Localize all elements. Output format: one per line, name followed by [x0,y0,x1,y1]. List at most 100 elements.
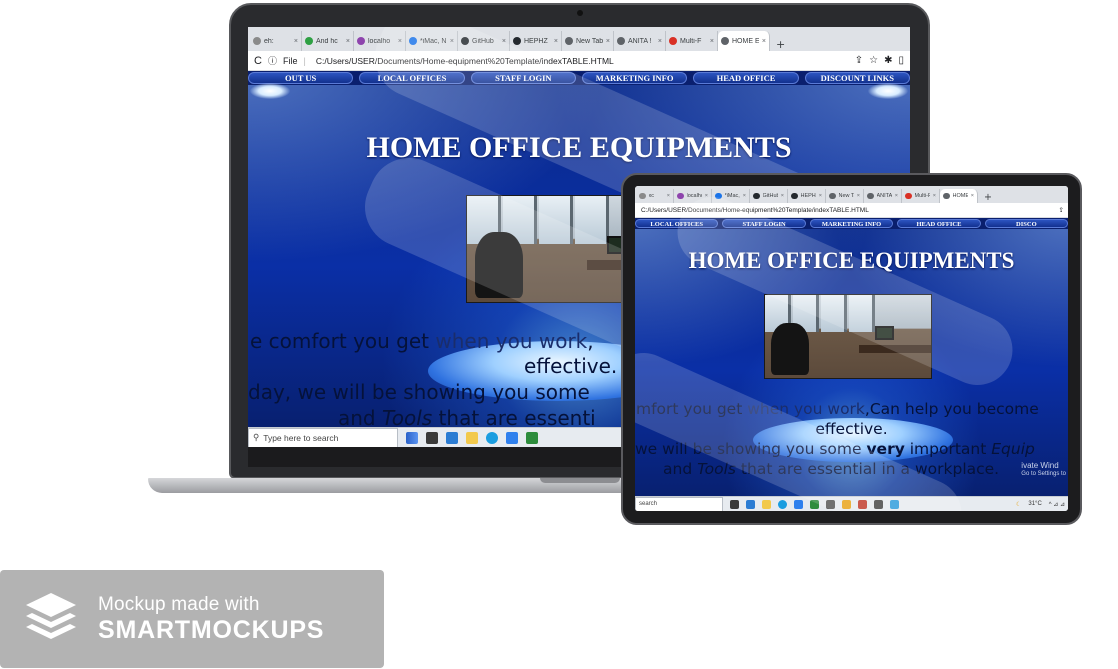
close-tab-icon[interactable]: × [667,193,670,199]
tab-favicon-icon [513,37,521,45]
close-tab-icon[interactable]: × [346,38,350,45]
widgets-icon[interactable] [730,499,739,509]
close-tab-icon[interactable]: × [857,193,860,199]
laptop-notch [540,478,620,483]
browser-tab[interactable]: New Tab× [826,189,864,203]
search-icon: ⚲ [253,432,260,442]
browser-tab[interactable]: New Tab× [562,31,614,51]
nav-link[interactable]: MARKETING INFO [809,219,894,228]
browser-tab[interactable]: HEPHZ× [788,189,826,203]
tab-favicon-icon [669,37,677,45]
tab-label: ANITA ! [628,37,652,45]
close-tab-icon[interactable]: × [743,193,746,199]
weather-icon[interactable]: ☾ [1016,501,1021,508]
tab-label: eh: [264,37,274,45]
close-tab-icon[interactable]: × [895,193,898,199]
close-tab-icon[interactable]: × [819,193,822,199]
vscode-icon[interactable] [446,431,458,444]
close-tab-icon[interactable]: × [762,38,766,45]
body-line-4: and Tools that are essenti [338,406,596,427]
close-tab-icon[interactable]: × [294,38,298,45]
browser-tab[interactable]: ANITA ! × [614,31,666,51]
nav-link[interactable]: OUT US [248,72,354,84]
taskbar-search[interactable]: ⚲ Type here to search [248,427,398,447]
badge-text: Mockup made with SMARTMOCKUPS [98,594,324,645]
tab-favicon-icon [639,192,646,200]
smartmockups-badge[interactable]: Mockup made with SMARTMOCKUPS [0,570,384,668]
tab-favicon-icon [565,37,573,45]
tab-favicon-icon [829,192,836,200]
info-icon[interactable]: ⓘ [268,54,277,67]
widgets-icon[interactable] [426,431,438,444]
browser-tab[interactable]: HOME E× [940,189,978,203]
star-icon[interactable]: ☆ [869,55,878,66]
extensions-icon[interactable]: ✱ [884,55,892,66]
tab-label: Multi-F [914,193,930,199]
tab-favicon-icon [305,37,313,45]
layers-icon [26,593,76,639]
close-tab-icon[interactable]: × [658,38,662,45]
share-icon[interactable]: ⇪ [855,55,863,66]
mockup-stage: eh: × And hc × localho × *iMac, N × GitHub × HEPHZ… [0,0,1118,669]
spotlight-right [868,83,908,99]
weather-text: 31°C [1028,501,1042,507]
tab-favicon-icon [253,37,261,45]
browser-tab[interactable]: Multi-F × [666,31,718,51]
close-tab-icon[interactable]: × [781,193,784,199]
tab-label: ANITA ! [876,193,892,199]
browser-tab[interactable]: ANITA !× [864,189,902,203]
browser-tab[interactable]: xc × [636,189,674,203]
mail-icon[interactable] [794,499,803,509]
taskview-icon[interactable] [406,431,418,444]
tab-label: xc [648,193,655,199]
nav-link[interactable]: HEAD OFFICE [693,72,799,84]
close-tab-icon[interactable]: × [933,193,936,199]
file-explorer-icon[interactable] [466,431,478,444]
new-tab-icon[interactable]: + [978,192,998,203]
nav-link[interactable]: HEAD OFFICE [897,219,981,228]
nav-link[interactable]: MARKETING INFO [581,72,688,84]
tab-favicon-icon [677,192,684,200]
edge-icon[interactable] [778,499,787,509]
tab-favicon-icon [721,37,729,45]
new-tab-icon[interactable]: + [770,38,791,51]
edge-icon[interactable] [486,431,498,444]
tablet-screen: xc×localho×*iMac, N×GitHub×HEPHZ×New Tab… [635,186,1068,511]
mail-icon[interactable] [506,431,518,444]
browser-tab[interactable]: Multi-F × [902,189,940,203]
badge-caption: Mockup made with [98,593,260,615]
tab-label: HOME E [732,37,759,45]
file-label: File [282,55,298,66]
taskbar-search[interactable]: search [635,496,723,511]
close-tab-icon[interactable]: × [554,38,558,45]
browser-tab[interactable]: HOME E× [718,31,770,51]
badge-brand: SMARTMOCKUPS [98,615,325,644]
activate-windows-notice: ivate Wind Go to Settings to [1021,461,1066,477]
tab-favicon-icon [943,192,950,200]
laptop-camera [577,10,583,16]
spotlight-left [250,83,290,99]
share-icon[interactable]: ⇪ [1059,206,1064,214]
tab-label: HOME E [952,193,968,199]
close-tab-icon[interactable]: × [606,38,610,45]
close-tab-icon[interactable]: × [710,38,714,45]
tab-favicon-icon [617,37,625,45]
reload-icon[interactable]: C [254,55,262,67]
file-explorer-icon[interactable] [762,499,771,509]
browser-tab[interactable]: GitHub× [750,189,788,203]
tab-label: HEPHZ [524,37,548,45]
sidebar-icon[interactable]: ▯ [898,55,904,66]
close-tab-icon[interactable]: × [971,193,974,199]
tab-label: GitHub [762,193,778,199]
system-tray[interactable]: ^ ⊿ ⊿ [1049,501,1068,508]
nav-link[interactable]: DISCO [984,219,1068,228]
tab-favicon-icon [753,192,760,200]
tab-label: *iMac, N [724,193,740,199]
browser-tab[interactable]: And hc × [302,31,354,51]
terminal-icon[interactable] [526,431,538,444]
vscode-icon[interactable] [746,499,755,509]
browser-tab[interactable]: eh: × [250,31,302,51]
tab-favicon-icon [867,192,874,200]
tab-label: Multi-F [680,37,702,45]
nav-link[interactable]: DISCOUNT LINKS [804,72,910,84]
